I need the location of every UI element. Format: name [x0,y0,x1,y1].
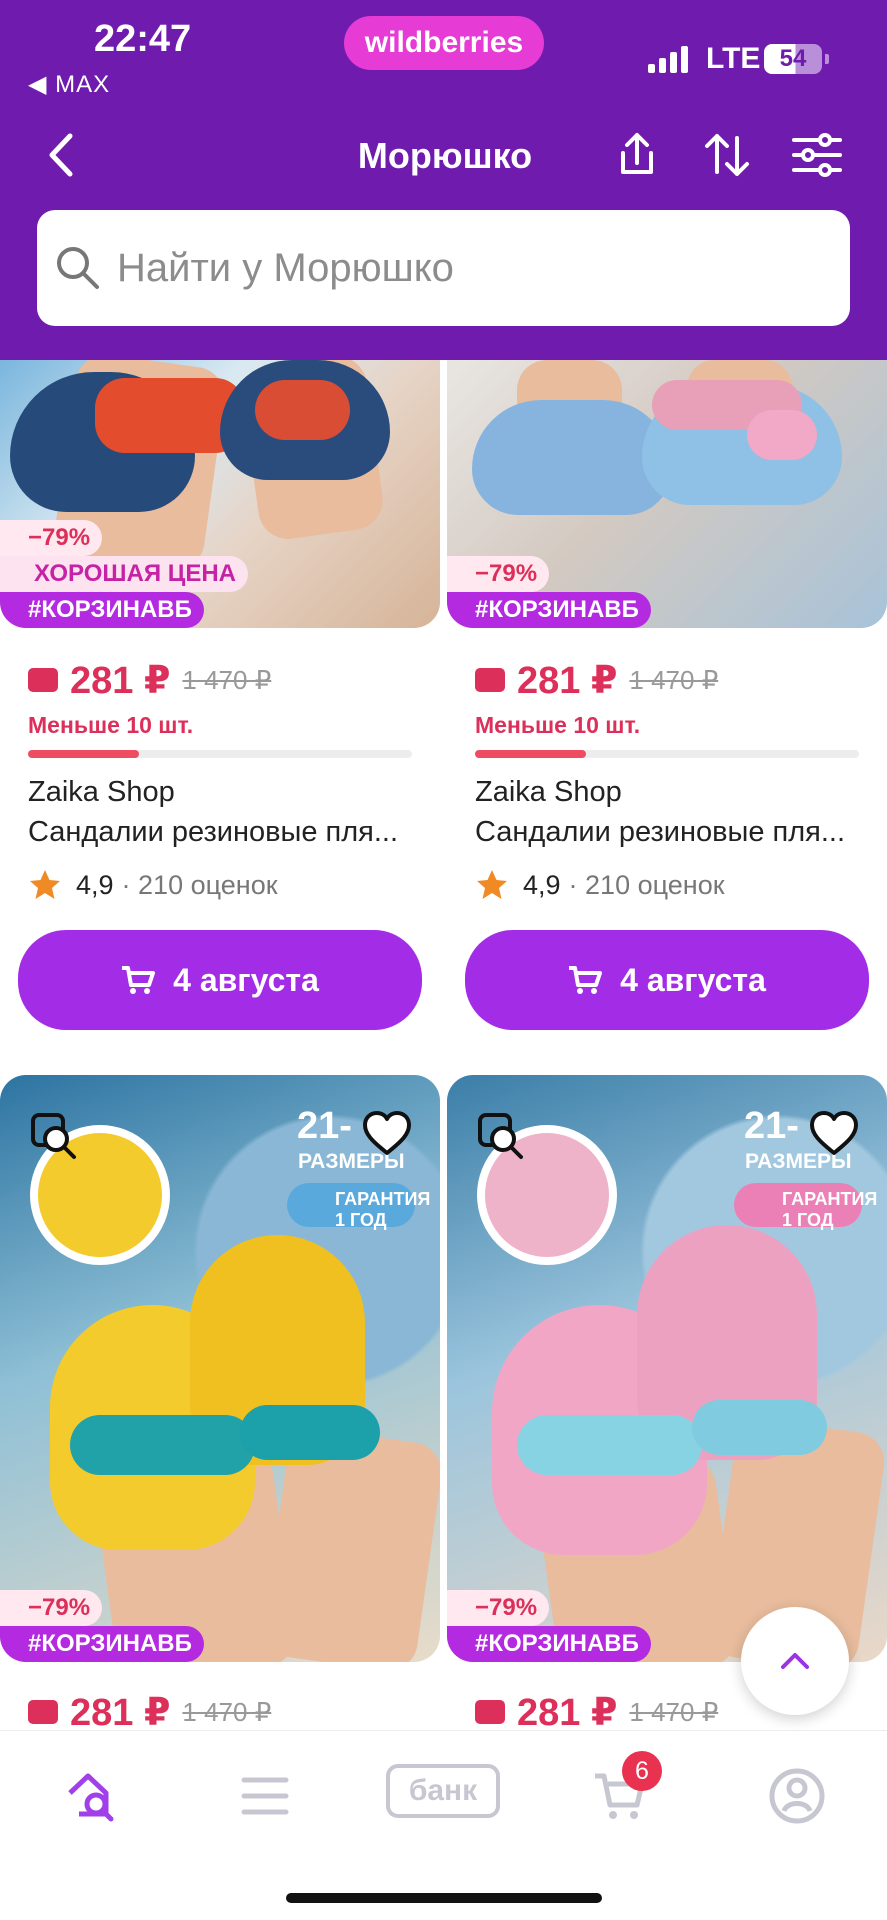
sizes-sticker-number: 21- [744,1105,799,1147]
back-to-app-label[interactable]: ◀ MAX [28,70,110,99]
sizes-sticker-number: 21- [297,1105,352,1147]
share-icon[interactable] [610,128,664,182]
home-indicator [286,1893,602,1903]
discount-badge: −79% [447,1590,550,1626]
stock-warning: Меньше 10 шт. [28,712,194,738]
signal-icon [648,46,688,73]
cart-tag-badge: #КОРЗИНАВБ [0,1626,204,1662]
stock-warning: Меньше 10 шт. [475,712,641,738]
image-search-icon[interactable] [28,1110,82,1164]
price: 281 ₽ [517,1691,618,1734]
cart-count-badge: 6 [622,1751,662,1791]
product-image[interactable]: 21- РАЗМЕРЫ ГАРАНТИЯ 1 ГОД −79% #КОРЗИНА… [0,1075,440,1662]
seller-name[interactable]: Zaika Shop [475,776,622,809]
price-row: 281 ₽ 1 470 ₽ [475,654,718,706]
discount-badge: −79% [447,556,550,592]
bottom-navigation: банк 6 [0,1730,887,1920]
warranty-sticker: ГАРАНТИЯ 1 ГОД [287,1183,430,1230]
wildberries-store-page: 22:47 ◀ MAX wildberries LTE 54 Морюшко Н… [0,0,887,1920]
tab-profile[interactable] [762,1761,832,1831]
stock-bar-fill [28,750,140,758]
old-price: 1 470 ₽ [629,1696,719,1727]
profile-icon [769,1768,825,1824]
price-row: 281 ₽ 1 470 ₽ [28,654,271,706]
discount-badge: −79% [0,1590,103,1626]
product-card[interactable]: 21- РАЗМЕРЫ ГАРАНТИЯ 1 ГОД −79% #КОРЗИНА… [0,1075,440,1734]
page-title: Морюшко [357,135,533,176]
warranty-sticker: ГАРАНТИЯ 1 ГОД [734,1183,877,1230]
stock-bar [28,750,412,758]
delivery-date: 4 августа [620,961,766,998]
price: 281 ₽ [70,1691,171,1734]
add-to-cart-button[interactable]: 4 августа [465,930,869,1030]
star-icon [30,870,60,899]
sort-icon[interactable] [700,128,754,182]
battery-icon: 54 [764,44,829,74]
price: 281 ₽ [517,659,618,702]
delivery-date: 4 августа [173,961,319,998]
stock-bar-fill [475,750,587,758]
status-time: 22:47 [94,18,192,60]
old-price: 1 470 ₽ [182,664,272,695]
chevron-up-icon [781,1653,809,1669]
stock-bar [475,750,859,758]
price: 281 ₽ [70,659,171,702]
search-placeholder: Найти у Морюшко [117,245,454,290]
search-input[interactable]: Найти у Морюшко [37,210,850,326]
good-price-badge: ХОРОШАЯ ЦЕНА [0,556,248,592]
star-icon [477,870,507,899]
tab-catalog[interactable] [230,1761,300,1831]
rating-row: 4,9 · 210 оценок [28,868,278,902]
seller-name[interactable]: Zaika Shop [28,776,175,809]
product-image[interactable]: −79% #КОРЗИНАВБ [447,360,887,628]
wallet-icon [475,668,505,692]
filter-icon[interactable] [790,128,844,182]
old-price: 1 470 ₽ [182,1696,272,1727]
rating-count: · 210 оценок [121,869,278,900]
product-card[interactable]: −79% ХОРОШАЯ ЦЕНА #КОРЗИНАВБ 281 ₽ 1 470… [0,360,440,1030]
cart-icon [569,966,603,994]
heart-icon[interactable] [807,1107,861,1161]
search-icon [57,247,99,289]
cart-tag-badge: #КОРЗИНАВБ [447,592,651,628]
cart-icon [122,966,156,994]
back-arrow-icon[interactable] [42,130,82,180]
product-name[interactable]: Сандалии резиновые пля... [28,816,418,849]
tab-home[interactable] [56,1761,126,1831]
network-label: LTE [706,42,761,75]
add-to-cart-button[interactable]: 4 августа [18,930,422,1030]
wallet-icon [475,1700,505,1724]
old-price: 1 470 ₽ [629,664,719,695]
product-image[interactable]: −79% ХОРОШАЯ ЦЕНА #КОРЗИНАВБ [0,360,440,628]
wallet-icon [28,1700,58,1724]
rating-row: 4,9 · 210 оценок [475,868,725,902]
product-card[interactable]: −79% #КОРЗИНАВБ 281 ₽ 1 470 ₽ Меньше 10 … [447,360,887,1030]
image-search-icon[interactable] [475,1110,529,1164]
tab-bank[interactable]: банк [386,1764,500,1818]
top-header: 22:47 ◀ MAX wildberries LTE 54 Морюшко Н… [0,0,887,360]
menu-icon [241,1777,289,1815]
rating-value: 4,9 [523,869,561,900]
product-card[interactable]: 21- РАЗМЕРЫ ГАРАНТИЯ 1 ГОД −79% #КОРЗИНА… [447,1075,887,1734]
cart-tag-badge: #КОРЗИНАВБ [0,592,204,628]
rating-value: 4,9 [76,869,114,900]
wallet-icon [28,668,58,692]
product-image[interactable]: 21- РАЗМЕРЫ ГАРАНТИЯ 1 ГОД −79% #КОРЗИНА… [447,1075,887,1662]
heart-icon[interactable] [360,1107,414,1161]
rating-count: · 210 оценок [568,869,725,900]
brand-badge[interactable]: wildberries [344,16,544,70]
cart-tag-badge: #КОРЗИНАВБ [447,1626,651,1662]
discount-badge: −79% [0,520,103,556]
scroll-to-top-button[interactable] [741,1607,849,1715]
product-name[interactable]: Сандалии резиновые пля... [475,816,865,849]
home-search-icon [68,1773,114,1822]
